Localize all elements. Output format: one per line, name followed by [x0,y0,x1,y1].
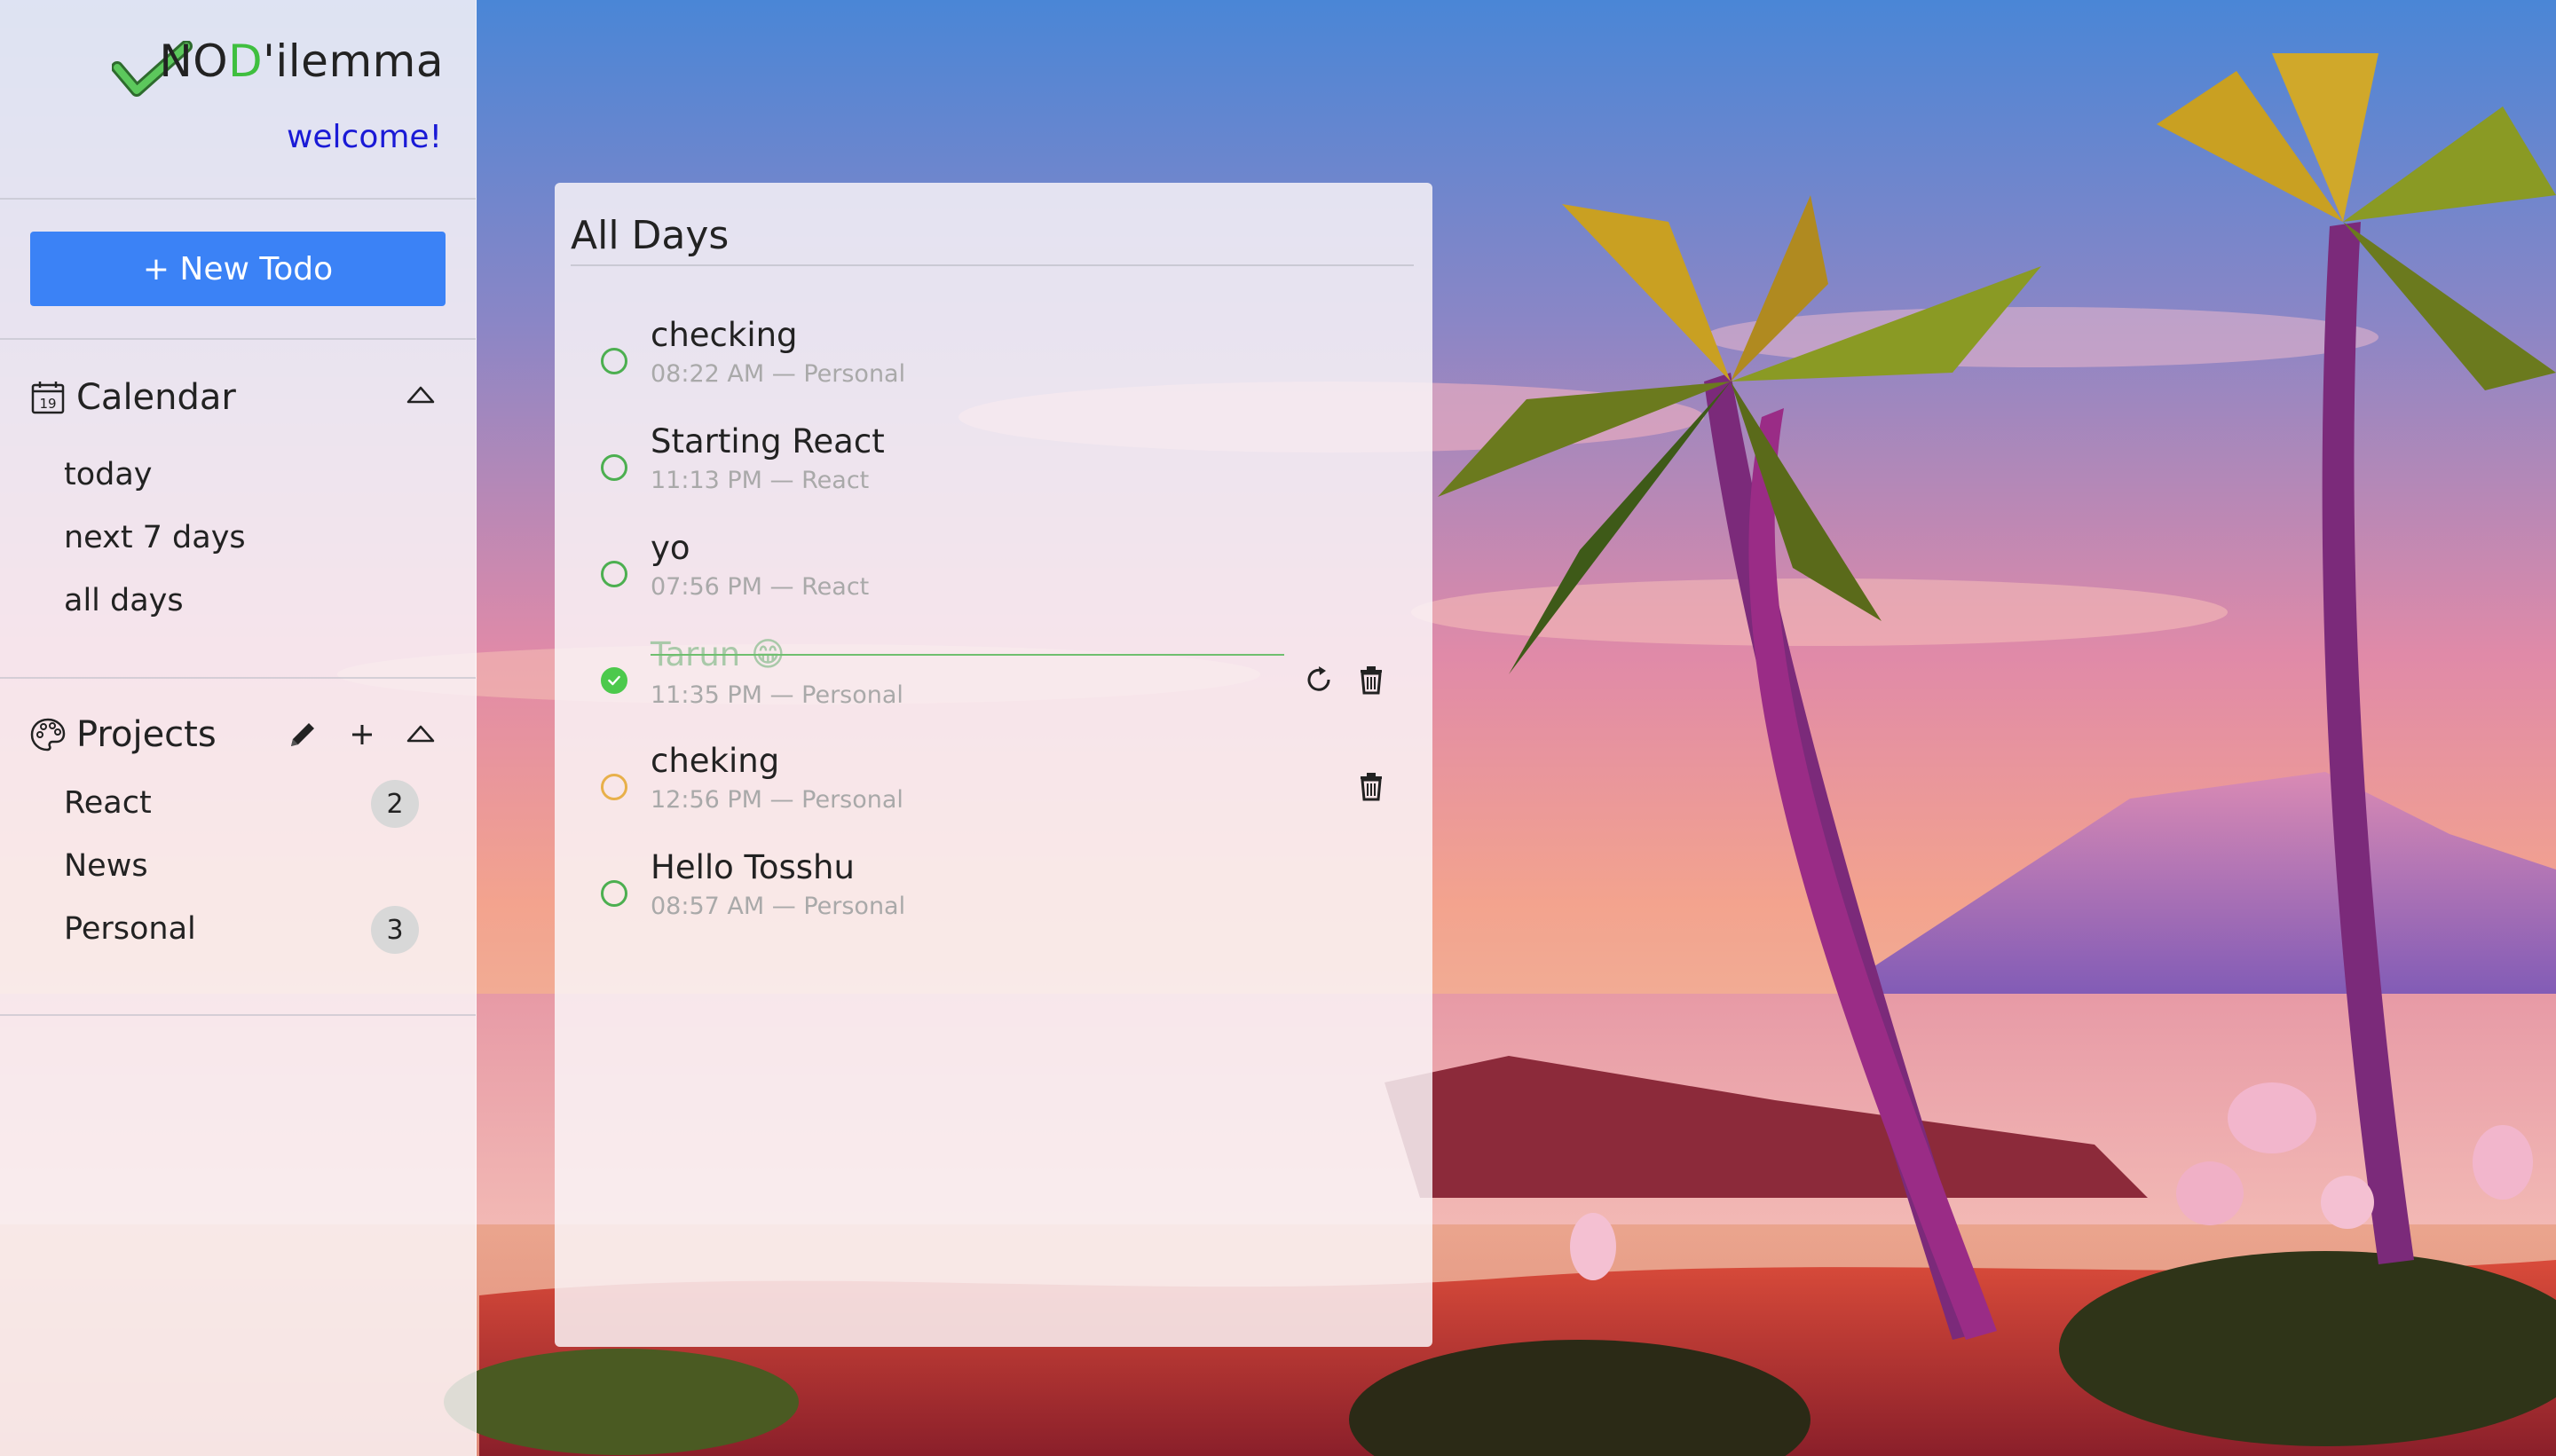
welcome-text: welcome! [286,119,442,155]
todo-item[interactable]: cheking 12:56 PM — Personal [555,738,1432,836]
projects-title: Projects [76,714,217,755]
todo-checkbox[interactable] [601,348,627,374]
todo-item[interactable]: Starting React 11:13 PM — React [555,419,1432,516]
brand-name: NOD'ilemma [159,35,444,87]
restore-icon[interactable] [1303,664,1335,696]
todo-item[interactable]: checking 08:22 AM — Personal [555,312,1432,410]
todo-title: checking [651,316,798,354]
todo-checkbox[interactable] [601,454,627,481]
todo-panel: All Days checking 08:22 AM — Personal St… [555,183,1432,1347]
todo-meta: 07:56 PM — React [651,573,870,601]
checked-circle-icon[interactable] [601,667,627,694]
todo-checkbox[interactable] [601,561,627,587]
trash-icon[interactable] [1355,664,1387,696]
todo-title: cheking [651,742,780,780]
trash-icon[interactable] [1355,770,1387,802]
todo-title: Hello Tosshu [651,848,855,886]
palette-icon [30,718,66,752]
calendar-title: Calendar [76,377,236,418]
calendar-header: 19 Calendar [30,377,236,418]
panel-divider [571,264,1414,266]
add-project-icon[interactable] [345,718,379,752]
project-item-news[interactable]: News [64,848,148,884]
projects-header: Projects [30,714,217,755]
brand-area: NOD'ilemma welcome! [0,0,476,200]
svg-text:19: 19 [39,396,56,412]
strikethrough-line [651,654,1284,656]
todo-item[interactable]: yo 07:56 PM — React [555,525,1432,623]
todo-title: Starting React [651,422,885,460]
calendar-section: 19 Calendar today next 7 days all days [0,340,476,679]
calendar-item-today[interactable]: today [64,457,153,492]
new-todo-button[interactable]: + New Todo [30,232,446,306]
todo-meta: 11:13 PM — React [651,467,870,494]
todo-meta: 08:22 AM — Personal [651,360,906,388]
calendar-item-all-days[interactable]: all days [64,583,184,618]
todo-item[interactable]: Hello Tosshu 08:57 AM — Personal [555,845,1432,942]
project-item-react[interactable]: React [64,785,152,821]
todo-meta: 08:57 AM — Personal [651,893,906,920]
collapse-up-icon[interactable] [405,379,437,411]
todo-checkbox[interactable] [601,880,627,907]
todo-title: yo [651,529,690,567]
project-item-personal[interactable]: Personal [64,911,196,947]
projects-section: Projects React 2 News Personal 3 [0,679,476,1016]
sidebar: NOD'ilemma welcome! + New Todo 19 Calend… [0,0,477,1456]
todo-meta: 12:56 PM — Personal [651,786,903,814]
calendar-item-next-7-days[interactable]: next 7 days [64,520,246,555]
panel-title: All Days [571,213,730,258]
todo-item-completed[interactable]: Tarun 😁 11:35 PM — Personal [555,632,1432,729]
todo-meta: 11:35 PM — Personal [651,681,903,709]
edit-pencil-icon[interactable] [286,718,320,752]
new-todo-area: + New Todo [0,200,476,340]
project-count-badge: 3 [371,906,419,954]
project-count-badge: 2 [371,780,419,828]
collapse-up-icon[interactable] [405,718,437,750]
calendar-icon: 19 [31,382,65,414]
todo-checkbox[interactable] [601,774,627,800]
